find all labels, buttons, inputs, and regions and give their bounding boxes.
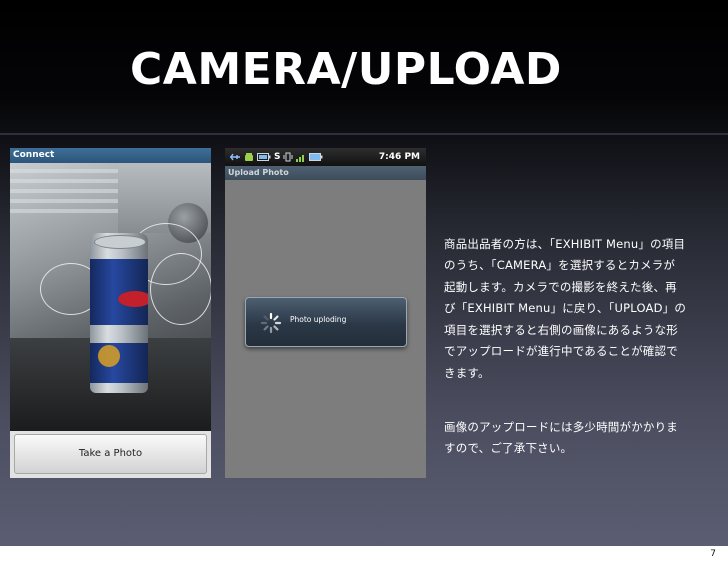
title-divider xyxy=(0,133,728,135)
progress-dialog: Photo uploding xyxy=(245,297,407,347)
can-lid xyxy=(94,235,146,249)
window-blind-slat xyxy=(10,209,130,213)
window-blind-slat xyxy=(10,179,130,183)
slide-title: CAMERA/UPLOAD xyxy=(130,44,562,95)
description-paragraph-1: 商品出品者の方は、「EXHIBIT Menu」の項目 のうち、「CAMERA」を… xyxy=(444,236,687,380)
usb-icon xyxy=(230,153,240,161)
window-blind-slat xyxy=(10,169,130,173)
upload-screenshot: S 7:46 PM Upload Photo Photo uploding xyxy=(225,148,426,478)
camera-title-bar: Connect xyxy=(10,148,211,163)
description-text: 商品出品者の方は、「EXHIBIT Menu」の項目 のうち、「CAMERA」を… xyxy=(444,212,709,481)
description-paragraph-2: 画像のアップロードには多少時間がかかりま すので、ご了承下さい。 xyxy=(444,419,678,456)
can-blue-band xyxy=(90,343,148,383)
status-icons: S xyxy=(229,151,323,163)
can-logo xyxy=(118,291,148,307)
camera-viewfinder xyxy=(10,163,211,431)
vibrate-icon xyxy=(283,152,293,162)
progress-message: Photo uploding xyxy=(290,315,347,324)
upload-title-bar: Upload Photo xyxy=(225,166,426,180)
camera-footer: Take a Photo xyxy=(10,431,211,478)
battery-full-icon xyxy=(309,153,323,161)
signal-icon xyxy=(296,155,305,162)
slide: CAMERA/UPLOAD Connect Take a Photo S 7:4… xyxy=(0,0,728,546)
take-photo-button[interactable]: Take a Photo xyxy=(14,434,207,474)
window-blind-slat xyxy=(10,189,130,193)
battery-icon xyxy=(257,153,271,161)
status-bar: S 7:46 PM xyxy=(225,148,426,166)
status-time: 7:46 PM xyxy=(378,152,420,162)
s-app-icon: S xyxy=(274,152,281,162)
camera-screenshot: Connect Take a Photo xyxy=(10,148,211,478)
can-sun-emblem xyxy=(98,345,120,367)
window-blind-slat xyxy=(10,199,130,203)
page-number: 7 xyxy=(710,549,716,559)
cable-loop xyxy=(150,253,211,325)
loading-spinner-icon xyxy=(260,312,282,334)
android-debug-icon xyxy=(245,153,253,161)
energy-drink-can xyxy=(90,233,148,393)
